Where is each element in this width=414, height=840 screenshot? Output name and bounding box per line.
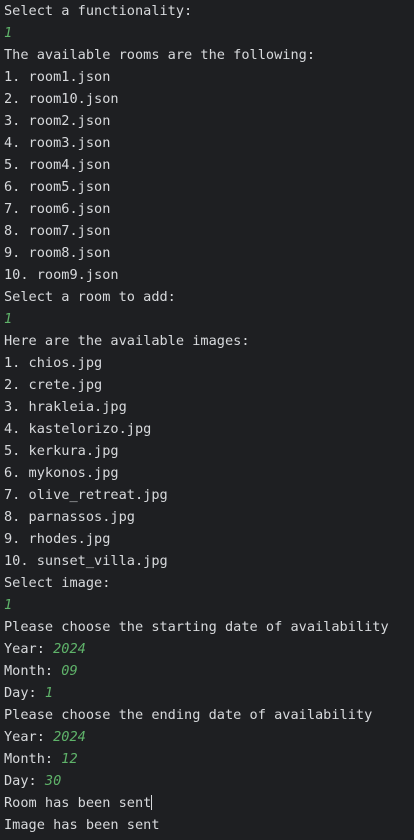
- console-output-text: 9. rhodes.jpg: [4, 531, 111, 547]
- console-output-text: 3. hrakleia.jpg: [4, 399, 127, 415]
- console-line: Year: 2024: [4, 726, 414, 748]
- console-line: 4. kastelorizo.jpg: [4, 418, 414, 440]
- console-output-text: 10. sunset_villa.jpg: [4, 553, 168, 569]
- console-output-text: Please choose the starting date of avail…: [4, 619, 389, 635]
- console-output-text: 2. crete.jpg: [4, 377, 103, 393]
- console-output-text: Month:: [4, 663, 62, 679]
- console-output-text: Day:: [4, 773, 45, 789]
- console-line: 9. room8.json: [4, 242, 414, 264]
- console-output-text: 10. room9.json: [4, 267, 119, 283]
- console-line: 1: [4, 594, 414, 616]
- console-output-text: The available rooms are the following:: [4, 47, 315, 63]
- console-line: Room has been sent: [4, 792, 414, 814]
- console-line: Select image:: [4, 572, 414, 594]
- console-line: 6. mykonos.jpg: [4, 462, 414, 484]
- console-line: Select a functionality:: [4, 0, 414, 22]
- console-output-text: 8. parnassos.jpg: [4, 509, 135, 525]
- console-line: 4. room3.json: [4, 132, 414, 154]
- console-user-input: 2024: [53, 729, 86, 745]
- console-output-text: Select a functionality:: [4, 3, 193, 19]
- console-line: Day: 30: [4, 770, 414, 792]
- console-user-input: 30: [44, 773, 62, 789]
- console-output-text: 2. room10.json: [4, 91, 119, 107]
- console-line: Please choose the ending date of availab…: [4, 704, 414, 726]
- console-output-text: 1. room1.json: [4, 69, 111, 85]
- console-output-text: 6. room5.json: [4, 179, 111, 195]
- console-line: Year: 2024: [4, 638, 414, 660]
- console-line: 10. sunset_villa.jpg: [4, 550, 414, 572]
- console-output-text: 7. olive_retreat.jpg: [4, 487, 168, 503]
- console-output-text: 7. room6.json: [4, 201, 111, 217]
- console-user-input: 2024: [53, 641, 86, 657]
- console-output-text: Room has been sent: [4, 795, 152, 811]
- console-user-input: 1: [4, 311, 13, 327]
- console-line: 3. room2.json: [4, 110, 414, 132]
- console-line: 2. room10.json: [4, 88, 414, 110]
- console-line: 8. room7.json: [4, 220, 414, 242]
- console-output-text: 6. mykonos.jpg: [4, 465, 119, 481]
- console-output-text: 9. room8.json: [4, 245, 111, 261]
- console-output-text: Please choose the ending date of availab…: [4, 707, 373, 723]
- console-line: Select a room to add:: [4, 286, 414, 308]
- console-output-text: Select a room to add:: [4, 289, 176, 305]
- console-user-input: 12: [61, 751, 78, 767]
- console-line: 5. kerkura.jpg: [4, 440, 414, 462]
- console-line: Here are the available images:: [4, 330, 414, 352]
- console-line: 6. room5.json: [4, 176, 414, 198]
- console-line: 7. olive_retreat.jpg: [4, 484, 414, 506]
- console-line: 7. room6.json: [4, 198, 414, 220]
- console-line: Month: 12: [4, 748, 414, 770]
- console-output-text: Here are the available images:: [4, 333, 250, 349]
- console-line: Month: 09: [4, 660, 414, 682]
- console-output-text: Month:: [4, 751, 62, 767]
- console-output-text: 1. chios.jpg: [4, 355, 103, 371]
- console-user-input: 1: [4, 25, 13, 41]
- console-output-text: Year:: [4, 641, 54, 657]
- console-line: Day: 1: [4, 682, 414, 704]
- console-output-text: Select image:: [4, 575, 111, 591]
- console-output-text: 5. kerkura.jpg: [4, 443, 119, 459]
- console-line: 2. crete.jpg: [4, 374, 414, 396]
- console-line: 1. room1.json: [4, 66, 414, 88]
- console-user-input: 09: [61, 663, 78, 679]
- console-line: 1: [4, 22, 414, 44]
- console-user-input: 1: [4, 597, 13, 613]
- console-user-input: 1: [44, 685, 54, 701]
- text-cursor: [151, 795, 153, 810]
- console-line: The available rooms are the following:: [4, 44, 414, 66]
- console-output-text: 8. room7.json: [4, 223, 111, 239]
- console-output[interactable]: Select a functionality: 1 The available ro…: [0, 0, 414, 840]
- console-output-text: Day:: [4, 685, 45, 701]
- console-output-text: 5. room4.json: [4, 157, 111, 173]
- console-output-text: 4. kastelorizo.jpg: [4, 421, 152, 437]
- console-output-text: 3. room2.json: [4, 113, 111, 129]
- console-output-text: 4. room3.json: [4, 135, 111, 151]
- console-line: 9. rhodes.jpg: [4, 528, 414, 550]
- console-line: Image has been sent: [4, 814, 414, 836]
- console-line: 3. hrakleia.jpg: [4, 396, 414, 418]
- console-line: 8. parnassos.jpg: [4, 506, 414, 528]
- console-line: 1. chios.jpg: [4, 352, 414, 374]
- console-line: 5. room4.json: [4, 154, 414, 176]
- console-line: Please choose the starting date of avail…: [4, 616, 414, 638]
- console-line: 10. room9.json: [4, 264, 414, 286]
- console-output-text: Year:: [4, 729, 54, 745]
- console-line: 1: [4, 308, 414, 330]
- console-output-text: Image has been sent: [4, 817, 160, 833]
